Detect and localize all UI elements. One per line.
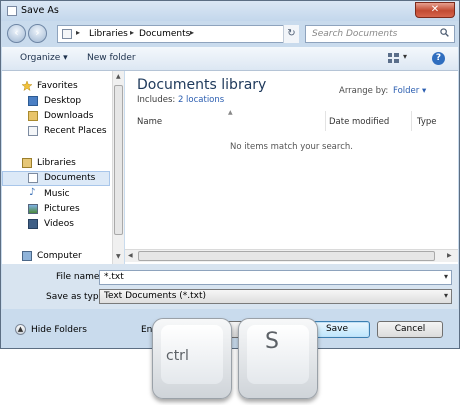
address-bar[interactable]: ▸ Libraries ▸ Documents ▸ ▾ — [57, 25, 299, 43]
column-header-type[interactable]: Type — [417, 117, 437, 127]
window-title: Save As — [21, 5, 59, 16]
sidebar-item-label: Libraries — [37, 158, 76, 168]
downloads-icon — [28, 111, 38, 121]
libraries-icon — [22, 158, 32, 168]
column-divider[interactable] — [411, 111, 412, 131]
scroll-thumb[interactable] — [114, 85, 123, 235]
scroll-left-arrow-icon[interactable]: ◀ — [128, 252, 133, 259]
close-button[interactable]: ✕ — [415, 2, 455, 18]
sidebar-item-label: Music — [44, 189, 70, 199]
navigation-pane: Favorites Desktop Downloads Recent Place… — [2, 71, 112, 264]
s-key-icon: S — [238, 318, 318, 399]
save-as-type-label: Save as type: — [46, 292, 108, 302]
desktop-icon — [28, 96, 38, 106]
sidebar-item-pictures[interactable]: Pictures — [2, 202, 110, 217]
horizontal-scrollbar[interactable]: ◀ ▶ — [125, 249, 458, 262]
star-icon — [22, 81, 32, 91]
sort-indicator-icon: ▲ — [228, 109, 233, 116]
sidebar-item-label: Videos — [44, 219, 74, 229]
sidebar-item-label: Favorites — [37, 81, 78, 91]
cancel-button[interactable]: Cancel — [377, 321, 443, 338]
breadcrumb-libraries[interactable]: Libraries — [89, 29, 128, 39]
arrange-by-dropdown[interactable]: Folder ▾ — [393, 86, 426, 96]
save-as-type-select[interactable]: Text Documents (*.txt) ▾ — [99, 289, 452, 304]
scroll-thumb[interactable] — [138, 251, 435, 261]
save-as-type-value: Text Documents (*.txt) — [104, 291, 207, 301]
ctrl-key-label: ctrl — [166, 348, 189, 364]
save-as-dialog: Save As ✕ ‹ › ▸ Libraries ▸ Documents ▸ … — [0, 0, 460, 349]
sidebar-item-documents[interactable]: Documents — [2, 171, 110, 186]
includes-label: Includes: — [137, 95, 176, 105]
sidebar-item-label: Pictures — [44, 204, 80, 214]
back-arrow-icon[interactable]: ‹ — [7, 24, 26, 43]
sidebar-item-label: Documents — [44, 173, 96, 183]
sidebar-item-favorites[interactable]: Favorites — [2, 79, 110, 94]
chevron-up-icon[interactable]: ▲ — [15, 324, 26, 335]
organize-button[interactable]: Organize ▾ — [20, 53, 68, 63]
includes-line: Includes: 2 locations — [137, 95, 224, 105]
breadcrumb-separator-icon[interactable]: ▸ — [190, 28, 194, 37]
command-bar: Organize ▾ New folder ▾ ? — [2, 47, 458, 71]
library-title: Documents library — [137, 77, 267, 93]
sidebar-item-music[interactable]: ♪ Music — [2, 187, 110, 202]
help-icon[interactable]: ? — [432, 52, 445, 65]
pictures-icon — [28, 204, 38, 214]
sidebar-item-libraries[interactable]: Libraries — [2, 156, 110, 171]
hide-folders-button[interactable]: Hide Folders — [31, 325, 87, 335]
breadcrumb-separator-icon[interactable]: ▸ — [130, 28, 134, 37]
chevron-down-icon[interactable]: ▾ — [444, 291, 448, 300]
ctrl-key-icon: ctrl — [152, 318, 232, 399]
new-folder-button[interactable]: New folder — [87, 53, 136, 63]
column-header-name[interactable]: Name — [137, 117, 162, 127]
locations-link[interactable]: 2 locations — [178, 95, 224, 105]
videos-icon — [28, 219, 38, 229]
recent-places-icon — [28, 126, 38, 136]
change-view-icon[interactable] — [388, 53, 399, 63]
sidebar-item-label: Downloads — [44, 111, 94, 121]
sidebar-item-label: Recent Places — [44, 126, 107, 136]
documents-icon — [28, 173, 38, 183]
file-name-field[interactable]: *.txt ▾ — [99, 270, 452, 285]
arrange-by-label: Arrange by: — [339, 86, 389, 96]
breadcrumb-documents[interactable]: Documents — [139, 29, 190, 39]
sidebar-item-recent-places[interactable]: Recent Places — [2, 124, 110, 139]
sidebar-item-label: Computer — [37, 251, 82, 261]
file-name-value: *.txt — [104, 272, 124, 282]
sidebar-item-videos[interactable]: Videos — [2, 217, 110, 232]
empty-message: No items match your search. — [230, 142, 353, 152]
file-name-label: File name: — [56, 272, 103, 282]
music-icon: ♪ — [29, 187, 36, 198]
file-fields: File name: *.txt ▾ Save as type: Text Do… — [2, 264, 458, 309]
title-bar: Save As ✕ — [1, 1, 459, 21]
breadcrumb-separator-icon[interactable]: ▸ — [76, 28, 80, 37]
search-placeholder: Search Documents — [312, 29, 398, 39]
document-icon — [7, 6, 17, 16]
view-dropdown-icon[interactable]: ▾ — [403, 52, 407, 61]
search-input[interactable]: Search Documents — [305, 25, 455, 43]
computer-icon — [22, 251, 32, 261]
sidebar-item-computer[interactable]: Computer — [2, 249, 110, 264]
chevron-down-icon[interactable]: ▾ — [444, 272, 448, 281]
search-icon[interactable] — [440, 28, 449, 37]
forward-arrow-icon[interactable]: › — [28, 24, 47, 43]
sidebar-item-downloads[interactable]: Downloads — [2, 109, 110, 124]
scroll-up-arrow-icon[interactable]: ▲ — [116, 73, 121, 80]
address-row: ‹ › ▸ Libraries ▸ Documents ▸ ▾ ↻ Search… — [1, 21, 459, 47]
sidebar-item-label: Desktop — [44, 96, 82, 106]
scroll-right-arrow-icon[interactable]: ▶ — [447, 252, 452, 259]
sidebar-item-desktop[interactable]: Desktop — [2, 94, 110, 109]
s-key-label: S — [265, 329, 279, 354]
column-divider[interactable] — [325, 111, 326, 131]
navigation-scrollbar[interactable]: ▲ ▼ — [112, 71, 124, 264]
library-icon — [62, 29, 72, 39]
refresh-icon[interactable]: ↻ — [283, 25, 299, 43]
column-header-date-modified[interactable]: Date modified — [329, 117, 389, 127]
scroll-down-arrow-icon[interactable]: ▼ — [116, 253, 121, 260]
file-list-pane: Documents library Includes: 2 locations … — [125, 71, 458, 264]
